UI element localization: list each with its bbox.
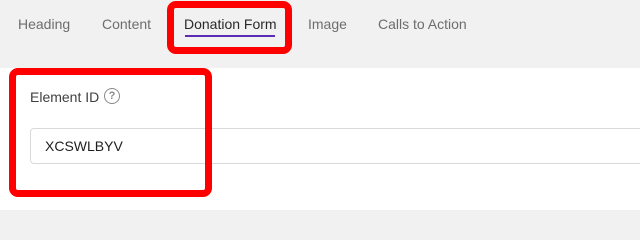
tab-heading[interactable]: Heading (18, 16, 70, 32)
tab-image[interactable]: Image (308, 16, 347, 32)
element-id-input[interactable] (30, 128, 640, 164)
tab-bar: Heading Content Donation Form Image Call… (0, 0, 640, 50)
tab-calls-to-action[interactable]: Calls to Action (378, 16, 467, 32)
help-icon[interactable]: ? (104, 88, 120, 104)
tab-content[interactable]: Content (102, 16, 151, 32)
active-tab-indicator (185, 35, 275, 37)
tab-donation-form[interactable]: Donation Form (184, 16, 277, 32)
element-id-label: Element ID (30, 89, 100, 105)
settings-panel: Element ID ? (0, 68, 640, 210)
